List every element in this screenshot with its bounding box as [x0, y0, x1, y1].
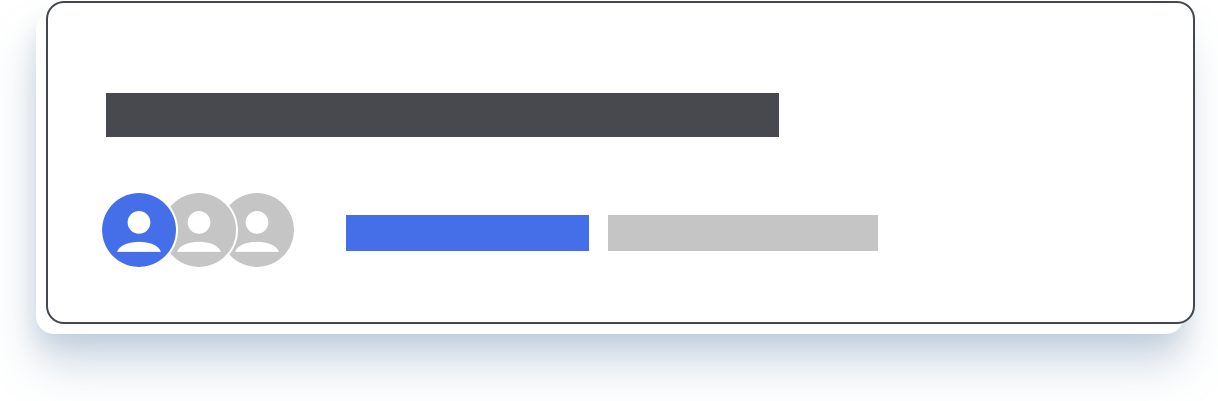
- meta-primary-placeholder: [346, 215, 589, 251]
- user-icon: [102, 193, 176, 267]
- user-avatar-1[interactable]: [100, 191, 178, 269]
- avatar-stack: [100, 191, 300, 271]
- skeleton-card: [46, 1, 1195, 324]
- canvas: [0, 0, 1218, 401]
- meta-secondary-placeholder: [608, 215, 878, 251]
- title-placeholder: [106, 93, 779, 137]
